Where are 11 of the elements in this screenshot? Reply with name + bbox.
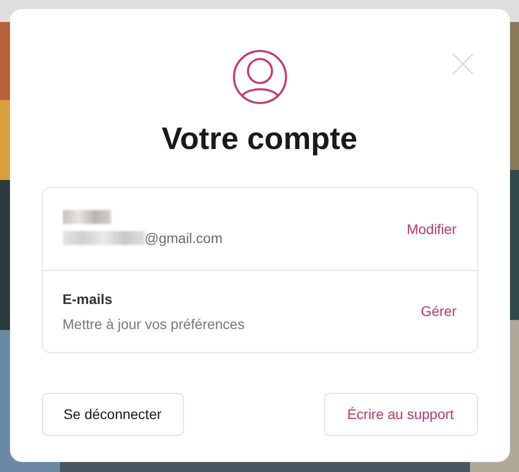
user-icon	[232, 49, 288, 105]
dialog-title: Votre compte	[162, 120, 358, 158]
setting-description: Mettre à jour vos préférences	[62, 314, 245, 334]
email-text: @gmail.com	[144, 228, 223, 248]
logout-button[interactable]: Se déconnecter	[42, 393, 184, 436]
close-icon[interactable]	[452, 53, 474, 75]
action-link[interactable]: Gérer	[420, 301, 456, 322]
support-button[interactable]: Écrire au support	[324, 393, 478, 436]
redacted-name	[62, 210, 110, 224]
setting-title: E-mails	[62, 290, 114, 308]
action-link[interactable]: Modifier	[406, 218, 456, 240]
